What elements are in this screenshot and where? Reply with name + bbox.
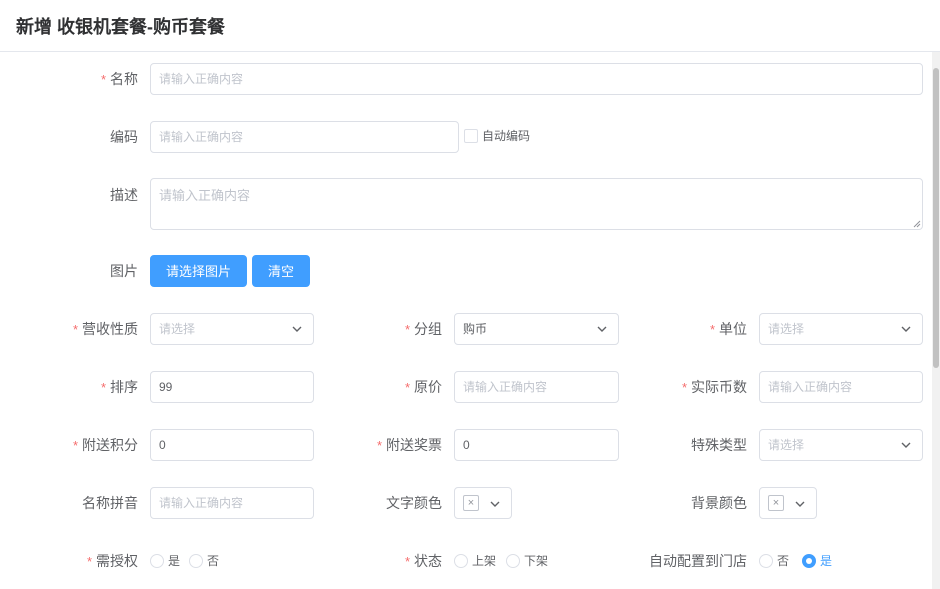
required-mark: * (404, 322, 410, 337)
chevron-down-icon (795, 501, 805, 507)
need-auth-label: * 需授权 (86, 553, 138, 569)
bonus-tickets-input[interactable]: 0 (454, 429, 619, 461)
unit-select[interactable]: 请选择 (759, 313, 923, 345)
status-off-label[interactable]: 下架 (524, 553, 548, 569)
required-mark: * (72, 322, 78, 337)
required-mark: * (376, 438, 382, 453)
text-color-label: 文字颜色 (386, 495, 442, 511)
required-mark: * (404, 380, 410, 395)
group-label: * 分组 (404, 321, 442, 337)
special-type-label: 特殊类型 (691, 437, 747, 453)
actual-coins-label: * 实际币数 (681, 379, 747, 395)
original-price-input[interactable]: 请输入正确内容 (454, 371, 619, 403)
required-mark: * (681, 380, 687, 395)
required-mark: * (100, 72, 106, 87)
group-select[interactable]: 购币 (454, 313, 619, 345)
revenue-type-select[interactable]: 请选择 (150, 313, 314, 345)
status-off-radio[interactable] (506, 554, 520, 568)
chevron-down-icon (901, 326, 911, 332)
bonus-points-input[interactable]: 0 (150, 429, 314, 461)
bg-color-picker[interactable]: × (759, 487, 817, 519)
need-auth-no-label[interactable]: 否 (207, 553, 219, 569)
revenue-type-label: * 营收性质 (72, 321, 138, 337)
required-mark: * (404, 554, 410, 569)
desc-textarea[interactable]: 请输入正确内容 (150, 178, 923, 230)
sort-label: * 排序 (100, 379, 138, 395)
empty-color-icon: × (463, 495, 479, 511)
chevron-down-icon (490, 501, 500, 507)
unit-label: * 单位 (709, 321, 747, 337)
status-on-label[interactable]: 上架 (472, 553, 496, 569)
scrollbar-thumb[interactable] (933, 68, 939, 368)
image-label: 图片 (110, 263, 138, 279)
code-input[interactable]: 请输入正确内容 (150, 121, 459, 153)
required-mark: * (100, 380, 106, 395)
auto-code-label[interactable]: 自动编码 (482, 128, 530, 144)
bonus-points-label: * 附送积分 (72, 437, 138, 453)
required-mark: * (709, 322, 715, 337)
clear-image-button[interactable]: 清空 (252, 255, 310, 287)
required-mark: * (86, 554, 92, 569)
need-auth-no-radio[interactable] (189, 554, 203, 568)
name-input[interactable]: 请输入正确内容 (150, 63, 923, 95)
chevron-down-icon (901, 442, 911, 448)
auto-store-yes-label[interactable]: 是 (820, 553, 832, 569)
sort-input[interactable]: 99 (150, 371, 314, 403)
auto-code-checkbox[interactable] (464, 129, 478, 143)
auto-store-label: 自动配置到门店 (649, 553, 747, 569)
need-auth-yes-radio[interactable] (150, 554, 164, 568)
status-on-radio[interactable] (454, 554, 468, 568)
chevron-down-icon (597, 326, 607, 332)
dialog-header: 新增 收银机套餐-购币套餐 (0, 0, 940, 52)
name-label: * 名称 (100, 71, 138, 87)
need-auth-yes-label[interactable]: 是 (168, 553, 180, 569)
special-type-select[interactable]: 请选择 (759, 429, 923, 461)
select-image-button[interactable]: 请选择图片 (150, 255, 247, 287)
page-title: 新增 收银机套餐-购币套餐 (16, 17, 225, 37)
actual-coins-input[interactable]: 请输入正确内容 (759, 371, 923, 403)
chevron-down-icon (292, 326, 302, 332)
bonus-tickets-label: * 附送奖票 (376, 437, 442, 453)
auto-store-no-label[interactable]: 否 (777, 553, 789, 569)
original-price-label: * 原价 (404, 379, 442, 395)
required-mark: * (72, 438, 78, 453)
code-label: 编码 (110, 129, 138, 145)
bg-color-label: 背景颜色 (691, 495, 747, 511)
resize-handle-icon[interactable] (913, 220, 921, 228)
scrollbar[interactable] (932, 52, 940, 589)
text-color-picker[interactable]: × (454, 487, 512, 519)
empty-color-icon: × (768, 495, 784, 511)
auto-store-no-radio[interactable] (759, 554, 773, 568)
name-pinyin-input[interactable]: 请输入正确内容 (150, 487, 314, 519)
auto-store-yes-radio[interactable] (802, 554, 816, 568)
desc-label: 描述 (110, 187, 138, 203)
status-label: * 状态 (404, 553, 442, 569)
name-pinyin-label: 名称拼音 (82, 495, 138, 511)
